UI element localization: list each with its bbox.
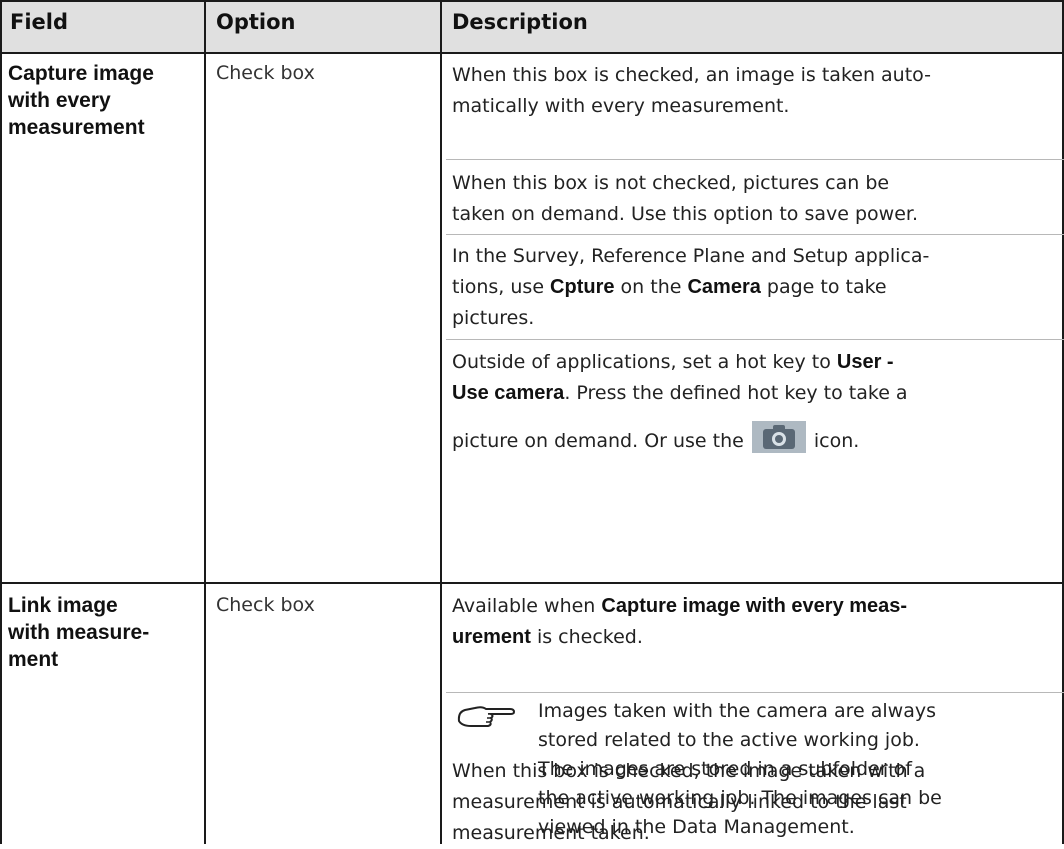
option-check-box-2: Check box bbox=[216, 594, 315, 616]
desc-separator bbox=[446, 159, 1064, 160]
note-line: stored related to the active working job… bbox=[538, 729, 920, 751]
col-rule-option bbox=[440, 0, 442, 844]
option-check-box: Check box bbox=[216, 62, 315, 84]
pointing-hand-icon bbox=[455, 701, 517, 735]
desc-line: picture on demand. Or use the icon. bbox=[452, 421, 1058, 457]
desc-line: When this box is not checked, pictures c… bbox=[452, 172, 890, 194]
desc-line: measurement taken. bbox=[452, 822, 650, 844]
desc-separator bbox=[446, 692, 1064, 693]
header-field: Field bbox=[10, 10, 69, 34]
desc-separator bbox=[446, 339, 1064, 340]
header-description: Description bbox=[452, 10, 588, 34]
capture-image-label-cont: urement bbox=[452, 626, 531, 648]
cpture-key: Cpture bbox=[550, 276, 615, 298]
use-camera-label: Use camera bbox=[452, 382, 565, 404]
user-menu-label: User - bbox=[836, 351, 894, 373]
desc-survey-apps: In the Survey, Reference Plane and Setup… bbox=[452, 241, 1058, 334]
desc-line: In the Survey, Reference Plane and Setup… bbox=[452, 245, 930, 267]
field-line: with every bbox=[8, 89, 111, 112]
col-rule-left bbox=[0, 0, 2, 844]
desc-line: matically with every measurement. bbox=[452, 95, 790, 117]
camera-page-label: Camera bbox=[687, 276, 761, 298]
desc-available-when: Available when Capture image with every … bbox=[452, 591, 1058, 653]
desc-line: taken on demand. Use this option to save… bbox=[452, 203, 918, 225]
desc-link-checked: When this box is checked, the image take… bbox=[452, 756, 1058, 849]
row-divider bbox=[0, 582, 1064, 584]
desc-line: urement is checked. bbox=[452, 626, 643, 648]
header-rule bbox=[0, 52, 1064, 54]
desc-line: Outside of applications, set a hot key t… bbox=[452, 351, 894, 373]
options-table: Field Option Description Capture image w… bbox=[0, 0, 1064, 844]
field-line: with measure- bbox=[8, 621, 150, 644]
desc-hot-key: Outside of applications, set a hot key t… bbox=[452, 347, 1058, 457]
desc-checked: When this box is checked, an image is ta… bbox=[452, 60, 1058, 122]
capture-image-label: Capture image with every meas- bbox=[601, 595, 908, 617]
col-rule-field bbox=[204, 0, 206, 844]
field-line: Link image bbox=[8, 594, 118, 617]
header-option: Option bbox=[216, 10, 296, 34]
desc-line: pictures. bbox=[452, 307, 535, 329]
desc-line: Use camera. Press the defined hot key to… bbox=[452, 382, 908, 404]
desc-line: measurement is automatically linked to t… bbox=[452, 791, 907, 813]
note-line: Images taken with the camera are always bbox=[538, 700, 936, 722]
desc-separator bbox=[446, 234, 1064, 235]
table-top-rule bbox=[0, 0, 1064, 2]
desc-line: When this box is checked, an image is ta… bbox=[452, 64, 932, 86]
field-capture-image: Capture image with every measurement bbox=[8, 60, 154, 141]
desc-line: When this box is checked, the image take… bbox=[452, 760, 926, 782]
field-link-image: Link image with measure- ment bbox=[8, 592, 149, 673]
field-line: ment bbox=[8, 648, 59, 671]
desc-line: tions, use Cpture on the Camera page to … bbox=[452, 276, 887, 298]
field-line: measurement bbox=[8, 116, 145, 139]
desc-not-checked: When this box is not checked, pictures c… bbox=[452, 168, 1058, 230]
camera-icon bbox=[751, 421, 806, 453]
desc-line: Available when Capture image with every … bbox=[452, 595, 908, 617]
field-line: Capture image bbox=[8, 62, 154, 85]
